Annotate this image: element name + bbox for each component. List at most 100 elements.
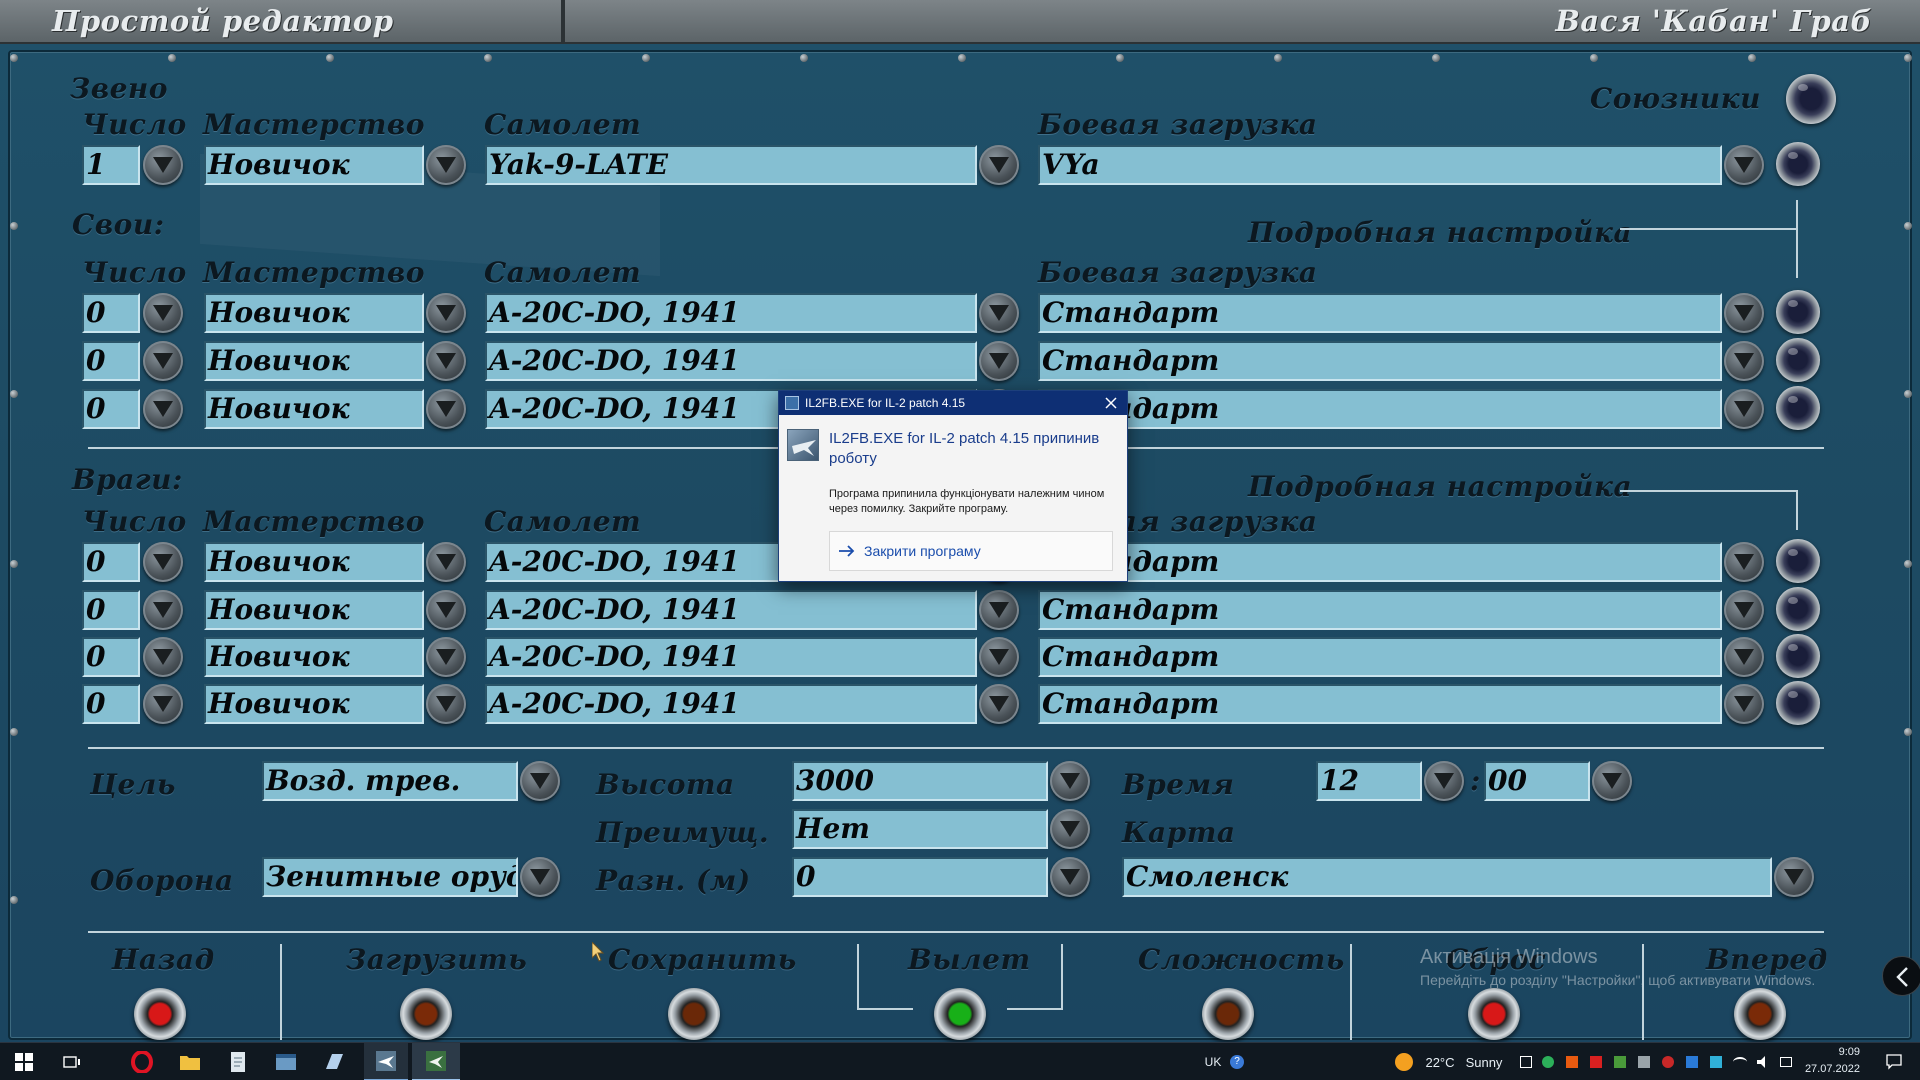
time-minutes-dropdown[interactable]: [1592, 761, 1632, 801]
vragi-loadout-dropdown[interactable]: [1724, 637, 1764, 677]
vragi-detail-knob[interactable]: [1776, 634, 1820, 678]
save-button[interactable]: [668, 988, 720, 1040]
taskbar-pages-app[interactable]: [312, 1043, 356, 1080]
vragi-plane-field[interactable]: A-20C-DO, 1941: [485, 684, 977, 724]
svoi-number-dropdown[interactable]: [143, 389, 183, 429]
tray-icon-2[interactable]: [1538, 1043, 1558, 1080]
svoi-skill-dropdown[interactable]: [426, 389, 466, 429]
vragi-skill-dropdown[interactable]: [426, 637, 466, 677]
close-program-button[interactable]: Закрити програму: [829, 531, 1113, 571]
map-field[interactable]: Смоленск: [1122, 857, 1772, 897]
svoi-detail-knob[interactable]: [1776, 290, 1820, 334]
weather-text[interactable]: Sunny: [1462, 1043, 1506, 1080]
taskbar-notepad[interactable]: [216, 1043, 260, 1080]
vragi-plane-dropdown[interactable]: [979, 637, 1019, 677]
advantage-field[interactable]: Нет: [792, 809, 1048, 849]
back-button[interactable]: [134, 988, 186, 1040]
svoi-number-field[interactable]: 0: [82, 293, 140, 333]
vragi-skill-dropdown[interactable]: [426, 684, 466, 724]
allies-knob[interactable]: [1786, 74, 1836, 124]
svoi-skill-dropdown[interactable]: [426, 293, 466, 333]
svoi-number-field[interactable]: 0: [82, 341, 140, 381]
time-hours-dropdown[interactable]: [1424, 761, 1464, 801]
taskbar-window-app[interactable]: [264, 1043, 308, 1080]
vragi-skill-field[interactable]: Новичок: [204, 542, 424, 582]
svoi-number-dropdown[interactable]: [143, 341, 183, 381]
altitude-dropdown[interactable]: [1050, 761, 1090, 801]
vragi-plane-dropdown[interactable]: [979, 684, 1019, 724]
advantage-dropdown[interactable]: [1050, 809, 1090, 849]
svoi-plane-dropdown[interactable]: [979, 341, 1019, 381]
zveno-skill-dropdown[interactable]: [426, 145, 466, 185]
vragi-detail-knob[interactable]: [1776, 539, 1820, 583]
map-dropdown[interactable]: [1774, 857, 1814, 897]
svoi-plane-field[interactable]: A-20C-DO, 1941: [485, 293, 977, 333]
vragi-loadout-field[interactable]: Стандарт: [1038, 684, 1722, 724]
language-indicator[interactable]: UK: [1198, 1043, 1228, 1080]
vragi-plane-field[interactable]: A-20C-DO, 1941: [485, 637, 977, 677]
svoi-plane-field[interactable]: A-20C-DO, 1941: [485, 341, 977, 381]
diff-field[interactable]: 0: [792, 857, 1048, 897]
vragi-number-field[interactable]: 0: [82, 542, 140, 582]
vragi-loadout-field[interactable]: Стандарт: [1038, 637, 1722, 677]
svoi-loadout-field[interactable]: Стандарт: [1038, 293, 1722, 333]
svoi-loadout-field[interactable]: Стандарт: [1038, 341, 1722, 381]
altitude-field[interactable]: 3000: [792, 761, 1048, 801]
svoi-number-field[interactable]: 0: [82, 389, 140, 429]
task-view-button[interactable]: [50, 1043, 94, 1080]
svoi-skill-field[interactable]: Новичок: [204, 293, 424, 333]
fly-button[interactable]: [934, 988, 986, 1040]
vragi-skill-dropdown[interactable]: [426, 542, 466, 582]
vragi-number-dropdown[interactable]: [143, 637, 183, 677]
vragi-number-dropdown[interactable]: [143, 590, 183, 630]
defense-field[interactable]: Зенитные оруди: [262, 857, 518, 897]
svoi-number-dropdown[interactable]: [143, 293, 183, 333]
vragi-number-dropdown[interactable]: [143, 684, 183, 724]
zveno-skill-field[interactable]: Новичок: [204, 145, 424, 185]
tray-icon-3[interactable]: [1562, 1043, 1582, 1080]
taskbar-opera[interactable]: [120, 1043, 164, 1080]
vragi-loadout-dropdown[interactable]: [1724, 590, 1764, 630]
svoi-loadout-dropdown[interactable]: [1724, 293, 1764, 333]
vragi-number-field[interactable]: 0: [82, 590, 140, 630]
vragi-loadout-dropdown[interactable]: [1724, 542, 1764, 582]
clock-date[interactable]: 27.07.2022: [1800, 1063, 1860, 1075]
zveno-plane-field[interactable]: Yak-9-LATE: [485, 145, 977, 185]
taskbar-il2-active[interactable]: [412, 1043, 460, 1080]
target-field[interactable]: Возд. трев.: [262, 761, 518, 801]
vragi-loadout-field[interactable]: Стандарт: [1038, 590, 1722, 630]
zveno-plane-dropdown[interactable]: [979, 145, 1019, 185]
defense-dropdown[interactable]: [520, 857, 560, 897]
difficulty-button[interactable]: [1202, 988, 1254, 1040]
vragi-detail-knob[interactable]: [1776, 587, 1820, 631]
vragi-number-field[interactable]: 0: [82, 684, 140, 724]
svoi-loadout-dropdown[interactable]: [1724, 341, 1764, 381]
taskbar-il2-app[interactable]: [364, 1043, 408, 1080]
forward-button[interactable]: [1734, 988, 1786, 1040]
target-dropdown[interactable]: [520, 761, 560, 801]
vragi-skill-dropdown[interactable]: [426, 590, 466, 630]
vragi-loadout-field[interactable]: Стандарт: [1038, 542, 1722, 582]
tray-icon-7[interactable]: [1658, 1043, 1678, 1080]
tray-icon-11[interactable]: [1776, 1043, 1796, 1080]
taskbar-explorer[interactable]: [168, 1043, 212, 1080]
clock-time[interactable]: 9:09: [1800, 1046, 1860, 1058]
svoi-detail-knob[interactable]: [1776, 338, 1820, 382]
vragi-plane-field[interactable]: A-20C-DO, 1941: [485, 590, 977, 630]
dialog-close-button[interactable]: [1099, 391, 1123, 415]
time-hours-field[interactable]: 12: [1316, 761, 1422, 801]
notification-button[interactable]: [1874, 1043, 1914, 1080]
side-panel-toggle[interactable]: [1882, 956, 1920, 996]
vragi-number-field[interactable]: 0: [82, 637, 140, 677]
tray-icon-6[interactable]: [1634, 1043, 1654, 1080]
weather-icon[interactable]: [1392, 1043, 1416, 1080]
vragi-loadout-dropdown[interactable]: [1724, 684, 1764, 724]
zveno-loadout-dropdown[interactable]: [1724, 145, 1764, 185]
svoi-skill-field[interactable]: Новичок: [204, 341, 424, 381]
vragi-detail-knob[interactable]: [1776, 681, 1820, 725]
weather-temp[interactable]: 22°C: [1420, 1043, 1460, 1080]
tray-icon-1[interactable]: [1516, 1043, 1536, 1080]
zveno-number-field[interactable]: 1: [82, 145, 140, 185]
start-button[interactable]: [0, 1043, 48, 1080]
load-button[interactable]: [400, 988, 452, 1040]
